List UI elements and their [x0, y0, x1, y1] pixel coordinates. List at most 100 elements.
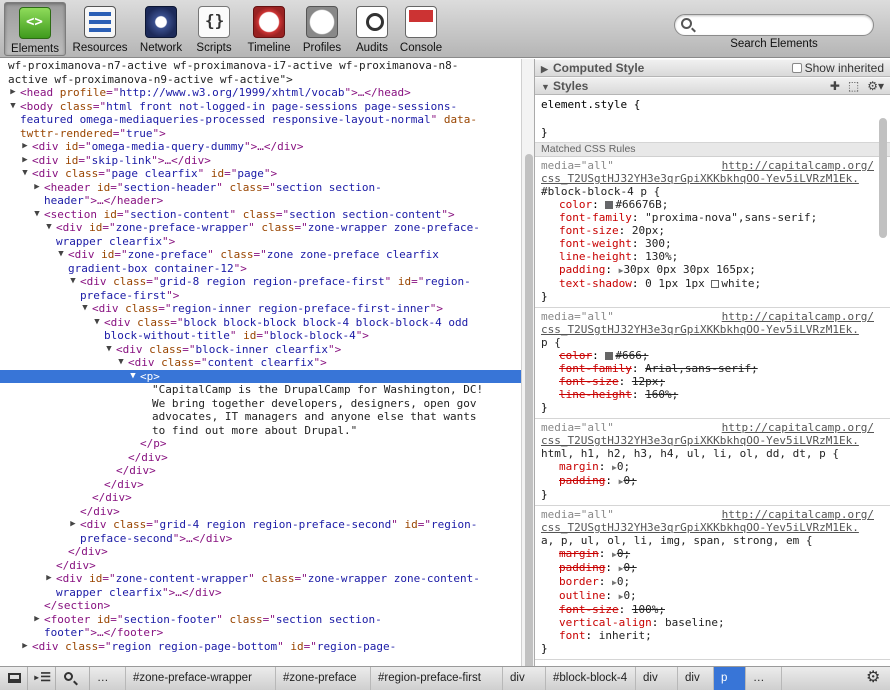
search-elements-input[interactable]: [674, 14, 874, 36]
dom-tree-line[interactable]: active wf-proximanova-n9-active wf-activ…: [0, 73, 521, 87]
tab-scripts[interactable]: Scripts: [192, 2, 236, 56]
property-name[interactable]: font-size: [559, 603, 619, 616]
css-property[interactable]: vertical-align: baseline;: [541, 616, 884, 629]
disclosure-expanded-icon[interactable]: ▼: [80, 302, 90, 316]
dom-tree-line[interactable]: ▼ <body class="html front not-logged-in p…: [0, 100, 521, 114]
css-property[interactable]: font-size: 12px;: [541, 375, 884, 388]
css-property[interactable]: font-weight: 300;: [541, 237, 884, 250]
property-name[interactable]: line-height: [559, 388, 632, 401]
dom-tree-line[interactable]: </div>: [0, 545, 521, 559]
dom-tree-line[interactable]: </div>: [0, 505, 521, 519]
dom-tree-line[interactable]: </div>: [0, 451, 521, 465]
tab-network[interactable]: Network: [135, 2, 187, 56]
css-property[interactable]: font-size: 20px;: [541, 224, 884, 237]
breadcrumb-item[interactable]: #region-preface-first: [371, 667, 503, 690]
color-swatch-icon[interactable]: [605, 201, 614, 209]
property-value[interactable]: white;: [721, 277, 761, 290]
breadcrumb-item[interactable]: div: [503, 667, 546, 690]
dom-tree-line[interactable]: We bring together developers, designers,…: [0, 397, 521, 411]
property-value[interactable]: inherit;: [599, 629, 652, 642]
source-path-link[interactable]: css_T2USgtHJ32YH3e3qrGpiXKKbkhqOO-Yev5iL…: [541, 521, 884, 534]
css-property[interactable]: font-family: Arial,sans-serif;: [541, 362, 884, 375]
gear-icon[interactable]: ⚙▾: [867, 78, 884, 95]
dom-tree-line[interactable]: </div>: [0, 491, 521, 505]
dom-tree-line[interactable]: </p>: [0, 437, 521, 451]
disclosure-collapsed-icon[interactable]: ▶: [32, 613, 42, 627]
disclosure-expanded-icon[interactable]: ▼: [68, 275, 78, 289]
disclosure-expanded-icon[interactable]: ▼: [104, 343, 114, 357]
tab-audits[interactable]: Audits: [351, 2, 393, 56]
disclosure-collapsed-icon[interactable]: ▶: [8, 86, 18, 100]
disclosure-expanded-icon[interactable]: ▼: [128, 370, 138, 384]
property-name[interactable]: font-family: [559, 362, 632, 375]
css-property[interactable]: color: #66676B;: [541, 198, 884, 211]
dom-tree-line[interactable]: ▼ <div class="block block-block block-4 b…: [0, 316, 521, 330]
source-link[interactable]: http://capitalcamp.org/: [722, 159, 874, 172]
rule-selector[interactable]: p {: [541, 336, 884, 349]
rule-selector[interactable]: a, p, ul, ol, li, img, span, strong, em …: [541, 534, 884, 547]
checkbox-icon[interactable]: [791, 63, 802, 73]
dom-tree-line[interactable]: gradient-box container-12">: [0, 262, 521, 276]
dom-tree-line[interactable]: block-without-title" id="block-block-4">: [0, 329, 521, 343]
breadcrumb-overflow-left[interactable]: …: [90, 667, 126, 690]
css-property[interactable]: text-shadow: 0 1px 1px white;: [541, 277, 884, 290]
property-name[interactable]: margin: [559, 547, 599, 560]
css-rule[interactable]: media="all" http://capitalcamp.org/css_T2…: [535, 419, 890, 506]
color-swatch-icon[interactable]: [711, 280, 720, 288]
css-property[interactable]: line-height: 130%;: [541, 250, 884, 263]
source-link[interactable]: http://capitalcamp.org/: [722, 508, 874, 521]
dom-tree-line[interactable]: ▼ <div id="zone-preface-wrapper" class="z…: [0, 221, 521, 235]
styles-scroll-thumb[interactable]: [879, 118, 887, 238]
dom-tree-line[interactable]: ▶ <div id="skip-link">…</div>: [0, 154, 521, 168]
computed-style-header[interactable]: ▶ Computed Style Show inherited: [535, 59, 890, 77]
property-value[interactable]: 0;: [617, 575, 630, 588]
disclosure-collapsed-icon[interactable]: ▶: [20, 154, 30, 168]
css-property[interactable]: border: ▶0;: [541, 575, 884, 589]
property-value[interactable]: 300;: [645, 237, 672, 250]
property-name[interactable]: color: [559, 349, 592, 362]
dom-node-selected[interactable]: ▼ <p>: [0, 369, 521, 384]
disclosure-collapsed-icon[interactable]: ▶: [44, 572, 54, 586]
dom-tree-line[interactable]: ▶ <header id="section-header" class="sect…: [0, 181, 521, 195]
show-inherited-toggle[interactable]: Show inherited: [791, 60, 884, 77]
dom-tree-scrollbar[interactable]: [521, 59, 534, 684]
dom-tree-line[interactable]: wrapper clearfix">: [0, 235, 521, 249]
rule-selector[interactable]: #block-block-4 p {: [541, 185, 884, 198]
property-name[interactable]: outline: [559, 589, 605, 602]
disclosure-collapsed-icon[interactable]: ▶: [32, 181, 42, 195]
dom-tree-line[interactable]: ▼ <div class="block-inner clearfix">: [0, 343, 521, 357]
disclosure-expanded-icon[interactable]: ▼: [44, 221, 54, 235]
disclosure-expanded-icon[interactable]: ▼: [92, 316, 102, 330]
css-property[interactable]: line-height: 160%;: [541, 388, 884, 401]
dom-tree-line[interactable]: ▶ <head profile="http://www.w3.org/1999/x…: [0, 86, 521, 100]
add-rule-icon[interactable]: ✚: [830, 78, 840, 95]
dom-tree-line[interactable]: "CapitalCamp is the DrupalCamp for Washi…: [0, 383, 521, 397]
disclosure-expanded-icon[interactable]: ▼: [56, 248, 66, 262]
dom-tree-line[interactable]: to find out more about Drupal.": [0, 424, 521, 438]
css-property[interactable]: padding: ▶30px 0px 30px 165px;: [541, 263, 884, 277]
property-value[interactable]: Arial,sans-serif;: [645, 362, 758, 375]
disclosure-expanded-icon[interactable]: ▼: [116, 356, 126, 370]
dock-toggle-button[interactable]: [0, 667, 28, 690]
disclosure-expanded-icon[interactable]: ▼: [8, 100, 18, 114]
dom-tree-line[interactable]: </section>: [0, 599, 521, 613]
property-value[interactable]: "proxima-nova",sans-serif;: [645, 211, 817, 224]
dom-tree-line[interactable]: </div>: [0, 478, 521, 492]
dom-tree-panel[interactable]: wf-proximanova-n7-active wf-proximanova-…: [0, 59, 521, 666]
dom-tree-line[interactable]: ▶ <div class="grid-4 region region-prefac…: [0, 518, 521, 532]
property-name[interactable]: padding: [559, 263, 605, 276]
property-name[interactable]: margin: [559, 460, 599, 473]
dom-tree-line[interactable]: ▶ <div class="region region-page-bottom" …: [0, 640, 521, 654]
property-value[interactable]: #666;: [615, 349, 648, 362]
disclosure-collapsed-icon[interactable]: ▶: [20, 640, 30, 654]
css-property[interactable]: font-family: "proxima-nova",sans-serif;: [541, 211, 884, 224]
tab-timeline[interactable]: Timeline: [243, 2, 295, 56]
dom-tree-line[interactable]: footer">…</footer>: [0, 626, 521, 640]
css-property[interactable]: outline: ▶0;: [541, 589, 884, 603]
dom-tree-line[interactable]: ▼ <div class="grid-8 region region-prefac…: [0, 275, 521, 289]
disclosure-expanded-icon[interactable]: ▼: [20, 167, 30, 181]
tab-resources[interactable]: Resources: [68, 2, 132, 56]
source-path-link[interactable]: css_T2USgtHJ32YH3e3qrGpiXKKbkhqOO-Yev5iL…: [541, 323, 884, 336]
property-value[interactable]: 30px 0px 30px 165px;: [623, 263, 755, 276]
rule-selector[interactable]: html, h1, h2, h3, h4, ul, li, ol, dd, dt…: [541, 447, 884, 460]
